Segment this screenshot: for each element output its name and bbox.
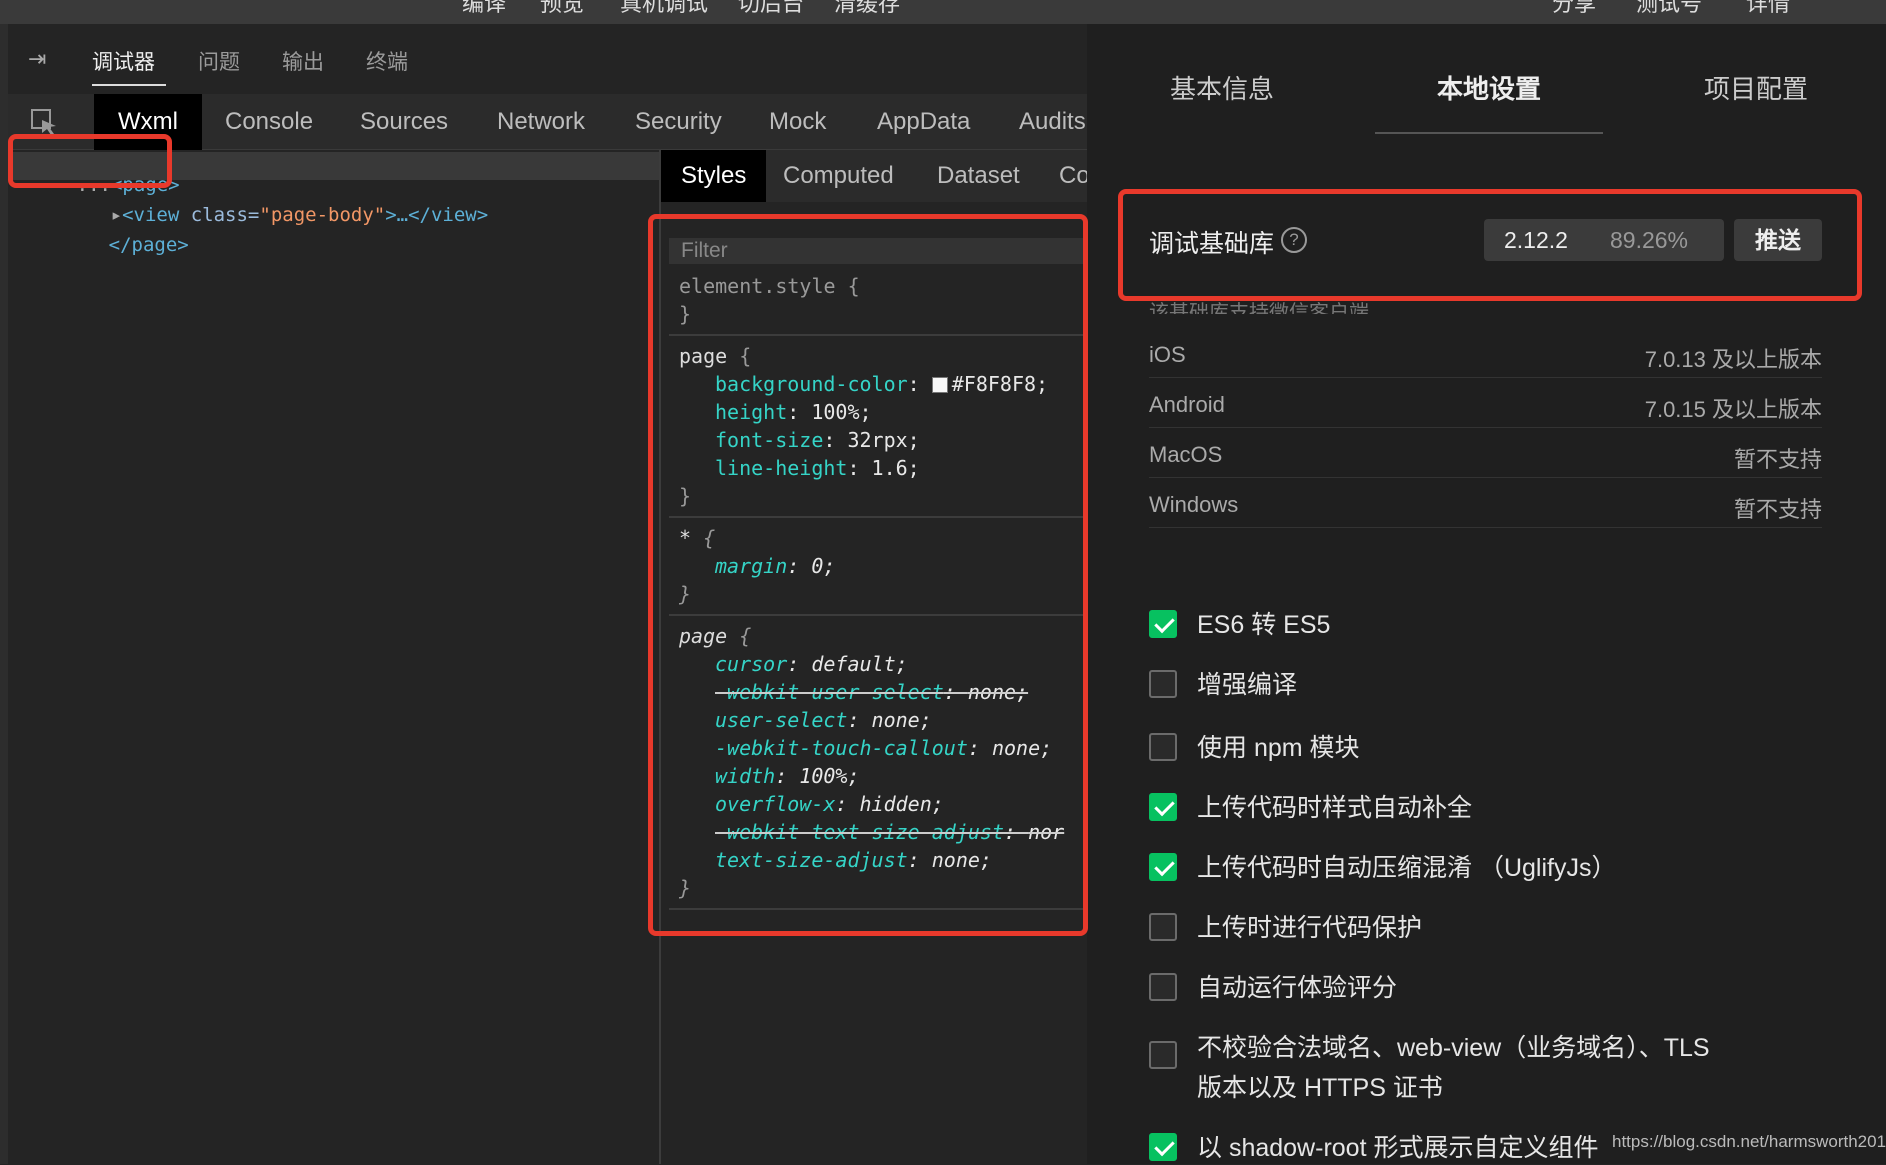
- checkbox[interactable]: [1149, 610, 1177, 638]
- dock-toggle-icon[interactable]: ⇥: [28, 46, 46, 72]
- option-label: 使用 npm 模块: [1197, 734, 1360, 762]
- tab-console[interactable]: Console: [225, 108, 313, 136]
- checkbox[interactable]: [1149, 913, 1177, 941]
- checkbox[interactable]: [1149, 853, 1177, 881]
- option-label: 上传代码时样式自动补全: [1197, 794, 1473, 822]
- platform-name: MacOS: [1149, 442, 1223, 467]
- tab-issues[interactable]: 问题: [198, 46, 240, 76]
- dom-view-rest: >…</view>: [385, 204, 489, 226]
- dom-view-attr-value: "page-body": [259, 204, 386, 226]
- tab-basic-info[interactable]: 基本信息: [1170, 69, 1274, 106]
- option-label: 增强编译: [1197, 671, 1298, 699]
- toolbar-preview[interactable]: 预览: [540, 0, 584, 18]
- active-tab-underline: [1375, 132, 1603, 134]
- tab-styles[interactable]: Styles: [661, 150, 767, 202]
- tab-security[interactable]: Security: [635, 108, 722, 136]
- toolbar-test-account[interactable]: 测试号: [1636, 0, 1702, 18]
- support-row-windows: Windows 暂不支持: [1149, 478, 1822, 528]
- tab-network[interactable]: Network: [497, 108, 585, 136]
- dom-node-page-close[interactable]: </page>: [40, 212, 189, 278]
- active-tab-underline: [92, 84, 166, 86]
- wxml-dom-tree: ...<page> ▸<view class="page-body">…</vi…: [8, 150, 659, 1164]
- annotation-box-page: [8, 134, 172, 188]
- platform-name: Windows: [1149, 492, 1239, 517]
- option-label-line2: 版本以及 HTTPS 证书: [1197, 1074, 1443, 1102]
- support-row-macos: MacOS 暂不支持: [1149, 428, 1822, 478]
- pane-edge: [0, 24, 8, 1164]
- dom-view-attr: class=: [190, 204, 260, 226]
- checkbox[interactable]: [1149, 733, 1177, 761]
- tab-component[interactable]: Co: [1059, 162, 1090, 190]
- tab-local-settings[interactable]: 本地设置: [1437, 69, 1541, 106]
- option-label: 以 shadow-root 形式展示自定义组件: [1197, 1134, 1599, 1162]
- tab-dataset[interactable]: Dataset: [937, 162, 1020, 190]
- tab-output[interactable]: 输出: [282, 46, 324, 76]
- option-label: 上传时进行代码保护: [1197, 914, 1423, 942]
- toolbar-clear-cache[interactable]: 清缓存: [834, 0, 900, 18]
- support-row-ios: iOS 7.0.13 及以上版本: [1149, 328, 1822, 378]
- toolbar-compile[interactable]: 编译: [462, 0, 506, 18]
- annotation-box-lib: [1118, 189, 1862, 301]
- tab-computed[interactable]: Computed: [783, 162, 894, 190]
- checkbox[interactable]: [1149, 973, 1177, 1001]
- toolbar-details[interactable]: 详情: [1746, 0, 1790, 18]
- checkbox[interactable]: [1149, 670, 1177, 698]
- tab-project-config[interactable]: 项目配置: [1704, 69, 1808, 106]
- checkbox[interactable]: [1149, 1041, 1177, 1069]
- tab-mock[interactable]: Mock: [769, 108, 826, 136]
- annotation-box-styles: [648, 214, 1088, 936]
- debugger-tabbar: ⇥ 调试器 问题 输出 终端: [8, 24, 1087, 94]
- watermark-url: https://blog.csdn.net/harmsworth2016: [1612, 1132, 1886, 1151]
- main-toolbar: 编译 预览 真机调试 切后台 清缓存 分享 测试号 详情: [0, 0, 1886, 24]
- platform-support: 暂不支持: [1733, 447, 1822, 472]
- tab-appdata[interactable]: AppData: [877, 108, 970, 136]
- option-label: 不校验合法域名、web-view（业务域名）、TLS: [1197, 1034, 1710, 1062]
- inspect-element-icon[interactable]: [30, 108, 58, 136]
- checkbox[interactable]: [1149, 1133, 1177, 1161]
- option-label: 上传代码时自动压缩混淆 （UglifyJs）: [1197, 854, 1617, 882]
- tab-terminal[interactable]: 终端: [366, 46, 408, 76]
- platform-support: 7.0.13 及以上版本: [1644, 347, 1822, 372]
- option-label: ES6 转 ES5: [1197, 611, 1331, 639]
- toolbar-background[interactable]: 切后台: [738, 0, 804, 18]
- tab-debugger[interactable]: 调试器: [92, 46, 155, 76]
- tab-audits[interactable]: Audits: [1019, 108, 1086, 136]
- support-row-android: Android 7.0.15 及以上版本: [1149, 378, 1822, 428]
- option-label: 自动运行体验评分: [1197, 974, 1398, 1002]
- toolbar-share[interactable]: 分享: [1552, 0, 1596, 18]
- platform-name: Android: [1149, 392, 1225, 417]
- styles-tabbar: Styles Computed Dataset Co: [661, 150, 1090, 202]
- platform-name: iOS: [1149, 342, 1186, 367]
- dom-page-close-tag: </page>: [108, 234, 189, 256]
- platform-support: 7.0.15 及以上版本: [1644, 397, 1822, 422]
- platform-support: 暂不支持: [1733, 497, 1822, 522]
- tab-sources[interactable]: Sources: [360, 108, 448, 136]
- toolbar-remote-debug[interactable]: 真机调试: [620, 0, 708, 18]
- checkbox[interactable]: [1149, 793, 1177, 821]
